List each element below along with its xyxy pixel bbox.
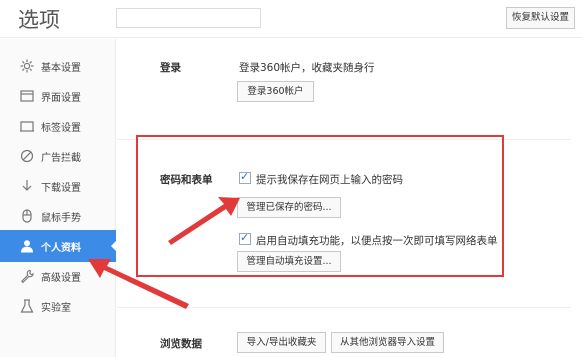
sidebar-item-adblock[interactable]: 广告拦截 [0,140,116,172]
page-title: 选项 [18,8,60,32]
section-label-passwords: 密码和表单 [160,174,213,186]
save-password-checkbox[interactable] [239,170,251,184]
sidebar-item-mouse-gesture[interactable]: 鼠标手势 [0,200,116,232]
top-bar: 选项 恢复默认设置 [0,0,582,38]
flask-icon [20,299,34,313]
restore-defaults-button[interactable]: 恢复默认设置 [506,7,575,29]
sidebar-item-profile[interactable]: 个人资料 [0,230,117,262]
tab-icon [20,121,34,132]
import-export-favorites-button[interactable]: 导入/导出收藏夹 [237,332,326,353]
block-icon [20,149,34,163]
section-label-browsing-data: 浏览数据 [160,338,202,350]
gear-icon [20,59,34,73]
sidebar-item-lab[interactable]: 实验室 [0,290,116,322]
sidebar-item-label: 下载设置 [41,183,81,194]
autofill-label: 启用自动填充功能，以便点按一次即可填写网络表单 [256,235,498,247]
sidebar-item-label: 实验室 [41,303,71,314]
sidebar-item-interface[interactable]: 界面设置 [0,80,116,112]
person-icon [21,240,33,253]
autofill-checkbox[interactable] [239,231,251,245]
section-label-login: 登录 [160,62,181,74]
login-360-button[interactable]: 登录360帐户 [237,81,314,102]
save-password-label: 提示我保存在网页上输入的密码 [256,174,403,186]
sidebar-item-label: 鼠标手势 [41,213,81,224]
sidebar-item-advanced[interactable]: 高级设置 [0,260,116,292]
login-description: 登录360帐户，收藏夹随身行 [239,62,375,74]
divider [117,307,571,308]
settings-content: 登录 登录360帐户，收藏夹随身行 登录360帐户 密码和表单 提示我保存在网页… [117,39,582,357]
manage-autofill-button[interactable]: 管理自动填充设置... [237,251,341,272]
sidebar-item-label: 基本设置 [41,63,81,74]
sidebar-item-label: 高级设置 [41,273,81,284]
sidebar-item-basic[interactable]: 基本设置 [0,50,116,82]
mouse-icon [22,209,32,223]
import-from-other-browser-button[interactable]: 从其他浏览器导入设置 [331,332,444,353]
sidebar-item-label: 个人资料 [41,243,81,254]
manage-passwords-button[interactable]: 管理已保存的密码... [237,197,341,218]
window-icon [20,90,34,102]
sidebar-item-download[interactable]: 下载设置 [0,170,116,202]
divider [117,139,571,140]
sidebar-item-label: 标签设置 [41,123,81,134]
wrench-icon [21,269,34,283]
sidebar-item-tabs[interactable]: 标签设置 [0,110,116,142]
download-icon [22,180,32,191]
search-input[interactable] [116,8,261,28]
sidebar-item-label: 广告拦截 [41,153,81,164]
sidebar-item-label: 界面设置 [41,93,81,104]
sidebar: 基本设置 界面设置 标签设置 广告拦截 下载设置 鼠标手势 个人资料 高级设置 … [0,39,117,357]
